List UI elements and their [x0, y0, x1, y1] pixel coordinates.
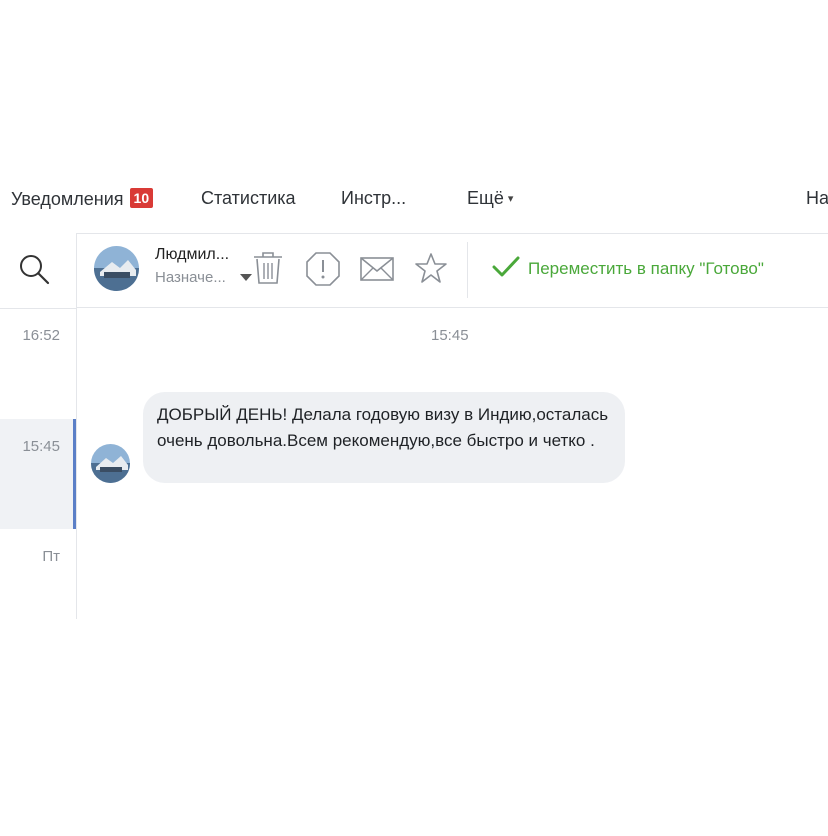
assign-dropdown[interactable]: Назначе... — [155, 269, 226, 286]
conversation-time[interactable]: 16:52 — [22, 327, 60, 344]
star-icon[interactable] — [414, 251, 448, 285]
time-divider: 15:45 — [431, 327, 469, 344]
nav-tools[interactable]: Инстр... — [341, 188, 406, 209]
conversation-header: Людмил... Назначе... Переместить в папку… — [77, 233, 828, 308]
nav-more[interactable]: Ещё ▾ — [467, 188, 513, 209]
sender-avatar[interactable] — [91, 444, 130, 483]
contact-name[interactable]: Людмил... — [155, 246, 229, 264]
nav-settings[interactable]: На — [806, 188, 828, 209]
notifications-count-badge: 10 — [129, 188, 154, 208]
conversation-list: 16:52 15:45 Пт — [0, 233, 77, 619]
nav-more-label: Ещё — [467, 188, 504, 208]
search-icon[interactable] — [18, 253, 50, 285]
nav-statistics[interactable]: Статистика — [201, 188, 296, 209]
conversation-time[interactable]: Пт — [42, 548, 60, 565]
message-bubble[interactable]: ДОБРЫЙ ДЕНЬ! Делала годовую визу в Индию… — [143, 392, 625, 483]
nav-notifications-label: Уведомления — [11, 189, 124, 209]
move-to-done-label: Переместить в папку "Готово" — [528, 259, 764, 278]
message-thread: 15:45 ДОБРЫЙ ДЕНЬ! Делала годовую визу в… — [77, 308, 828, 619]
nav-notifications[interactable]: Уведомления 10 — [11, 188, 154, 210]
conversation-item-active[interactable] — [0, 419, 76, 529]
top-navigation: Уведомления 10 Статистика Инстр... Ещё ▾ Н… — [0, 176, 828, 224]
spam-icon[interactable] — [305, 251, 341, 287]
toolbar-divider — [467, 242, 468, 298]
search-area — [0, 233, 76, 309]
conversation-time[interactable]: 15:45 — [22, 438, 60, 455]
contact-avatar[interactable] — [94, 246, 139, 291]
checkmark-icon — [492, 256, 520, 277]
chevron-down-icon: ▾ — [507, 193, 514, 205]
mail-icon[interactable] — [359, 251, 395, 287]
move-to-done-button[interactable]: Переместить в папку "Готово" — [492, 256, 764, 279]
trash-icon[interactable] — [251, 251, 285, 285]
